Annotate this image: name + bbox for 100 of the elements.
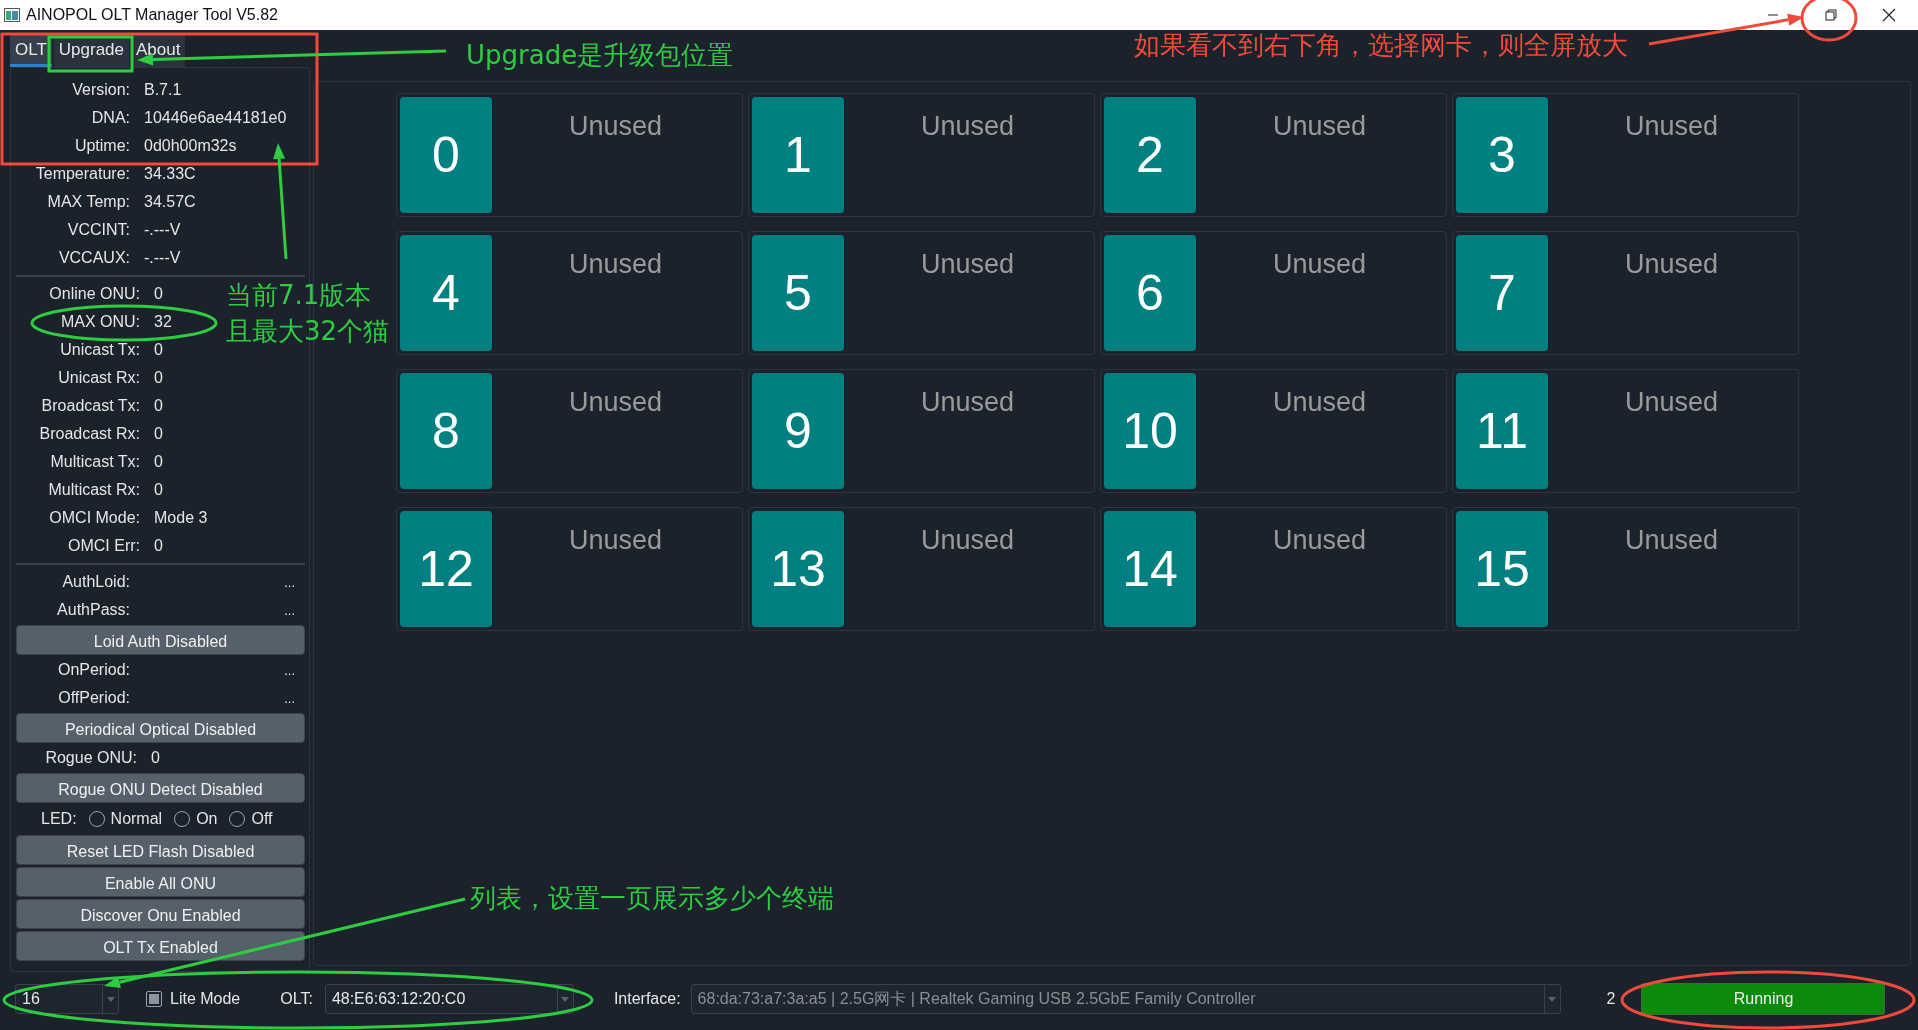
stat-value: 0 xyxy=(154,425,163,443)
restore-icon xyxy=(1825,9,1837,21)
running-button[interactable]: Running xyxy=(1641,983,1886,1015)
stat-label: Multicast Tx: xyxy=(49,453,141,471)
onu-tile[interactable]: 4 Unused xyxy=(396,231,743,355)
onu-number: 3 xyxy=(1456,97,1548,213)
onu-number: 8 xyxy=(400,373,492,489)
close-icon xyxy=(1882,8,1896,22)
onu-tile[interactable]: 2 Unused xyxy=(1100,93,1447,217)
stat-label: Broadcast Tx: xyxy=(40,397,141,415)
stat-value: 0 xyxy=(151,749,160,767)
stat-value: 0 xyxy=(154,537,163,555)
onu-number: 5 xyxy=(752,235,844,351)
caret-icon xyxy=(1548,996,1557,1002)
onu-tile[interactable]: 7 Unused xyxy=(1452,231,1799,355)
stat-value: 32 xyxy=(154,313,172,331)
stat-label: VCCINT: xyxy=(66,221,131,239)
count-value: 2 xyxy=(1606,990,1616,1008)
onu-status: Unused xyxy=(1272,111,1367,143)
toggle-button[interactable]: Loid Auth Disabled xyxy=(16,625,305,655)
stat-label: Version: xyxy=(71,81,131,99)
onu-number: 11 xyxy=(1456,373,1548,489)
onu-status: Unused xyxy=(568,111,663,143)
onu-tile[interactable]: 8 Unused xyxy=(396,369,743,493)
onu-tile[interactable]: 9 Unused xyxy=(748,369,1095,493)
onu-status: Unused xyxy=(568,525,663,557)
interface-label: Interface: xyxy=(613,990,681,1008)
led-label: LED: xyxy=(41,810,77,828)
checkbox-label: Lite Mode xyxy=(170,990,241,1008)
onu-tile[interactable]: 3 Unused xyxy=(1452,93,1799,217)
stat-value: B.7.1 xyxy=(144,81,182,99)
onu-status: Unused xyxy=(920,111,1015,143)
onu-number: 7 xyxy=(1456,235,1548,351)
stat-value: 0 xyxy=(154,341,163,359)
onu-number: 6 xyxy=(1104,235,1196,351)
stat-value: 34.33C xyxy=(144,165,196,183)
onu-tile[interactable]: 10 Unused xyxy=(1100,369,1447,493)
window-title: AINOPOL OLT Manager Tool V5.82 xyxy=(26,6,279,24)
caret-icon xyxy=(106,996,115,1002)
onu-status: Unused xyxy=(920,525,1015,557)
onu-status: Unused xyxy=(568,387,663,419)
stat-label: Unicast Rx: xyxy=(57,369,141,387)
onu-tile[interactable]: 12 Unused xyxy=(396,507,743,631)
toggle-button[interactable]: Periodical Optical Disabled xyxy=(16,713,305,743)
stat-label: VCCAUX: xyxy=(57,249,131,267)
onu-status: Unused xyxy=(920,249,1015,281)
toggle-button[interactable]: Enable All ONU xyxy=(16,867,305,897)
app-icon xyxy=(4,8,20,22)
page-size-dropdown[interactable]: 16 xyxy=(15,984,119,1014)
onu-number: 1 xyxy=(752,97,844,213)
field-label: OffPeriod: xyxy=(57,689,131,707)
onu-tile[interactable]: 14 Unused xyxy=(1100,507,1447,631)
stat-label: Rogue ONU: xyxy=(44,749,138,767)
field-label: AuthLoid: xyxy=(61,573,131,591)
onu-status: Unused xyxy=(1272,387,1367,419)
onu-number: 9 xyxy=(752,373,844,489)
stat-value: 0 xyxy=(154,453,163,471)
stat-value: -.---V xyxy=(144,249,181,267)
onu-number: 14 xyxy=(1104,511,1196,627)
field-label: AuthPass: xyxy=(56,601,131,619)
onu-status: Unused xyxy=(568,249,663,281)
stat-value: 34.57C xyxy=(144,193,196,211)
radio-label: Off xyxy=(251,810,273,828)
onu-number: 13 xyxy=(752,511,844,627)
onu-tile[interactable]: 1 Unused xyxy=(748,93,1095,217)
onu-tile[interactable]: 6 Unused xyxy=(1100,231,1447,355)
stat-label: OMCI Mode: xyxy=(48,509,141,527)
toggle-button[interactable]: Discover Onu Enabled xyxy=(16,899,305,929)
stat-value: -.---V xyxy=(144,221,181,239)
annotation-text: 且最大32个猫 xyxy=(226,316,390,348)
onu-tile[interactable]: 5 Unused xyxy=(748,231,1095,355)
onu-status: Unused xyxy=(1624,525,1719,557)
stat-value: 0d0h00m32s xyxy=(144,137,237,155)
onu-status: Unused xyxy=(1272,525,1367,557)
onu-tile[interactable]: 11 Unused xyxy=(1452,369,1799,493)
onu-tile[interactable]: 15 Unused xyxy=(1452,507,1799,631)
stat-value: 0 xyxy=(154,481,163,499)
stat-label: MAX Temp: xyxy=(46,193,131,211)
stat-value: Mode 3 xyxy=(154,509,208,527)
onu-number: 4 xyxy=(400,235,492,351)
toggle-button[interactable]: OLT Tx Enabled xyxy=(16,931,305,961)
stat-value: 0 xyxy=(154,397,163,415)
olt-dropdown[interactable]: 48:E6:63:12:20:C0 xyxy=(324,984,574,1014)
stat-value: 10446e6ae44181e0 xyxy=(144,109,287,127)
toggle-button[interactable]: Rogue ONU Detect Disabled xyxy=(16,773,305,803)
stat-label: Online ONU: xyxy=(48,285,141,303)
onu-number: 10 xyxy=(1104,373,1196,489)
olt-label: OLT: xyxy=(280,990,313,1008)
onu-number: 15 xyxy=(1456,511,1548,627)
stat-label: Uptime: xyxy=(73,137,131,155)
onu-tile[interactable]: 0 Unused xyxy=(396,93,743,217)
caret-icon xyxy=(561,996,570,1002)
onu-number: 0 xyxy=(400,97,492,213)
onu-tile[interactable]: 13 Unused xyxy=(748,507,1095,631)
radio-label: On xyxy=(196,810,218,828)
checkbox[interactable] xyxy=(146,991,162,1007)
toggle-button[interactable]: Reset LED Flash Disabled xyxy=(16,835,305,865)
onu-status: Unused xyxy=(920,387,1015,419)
annotation-text: Upgrade是升级包位置 xyxy=(466,40,734,72)
stat-label: Broadcast Rx: xyxy=(38,425,141,443)
